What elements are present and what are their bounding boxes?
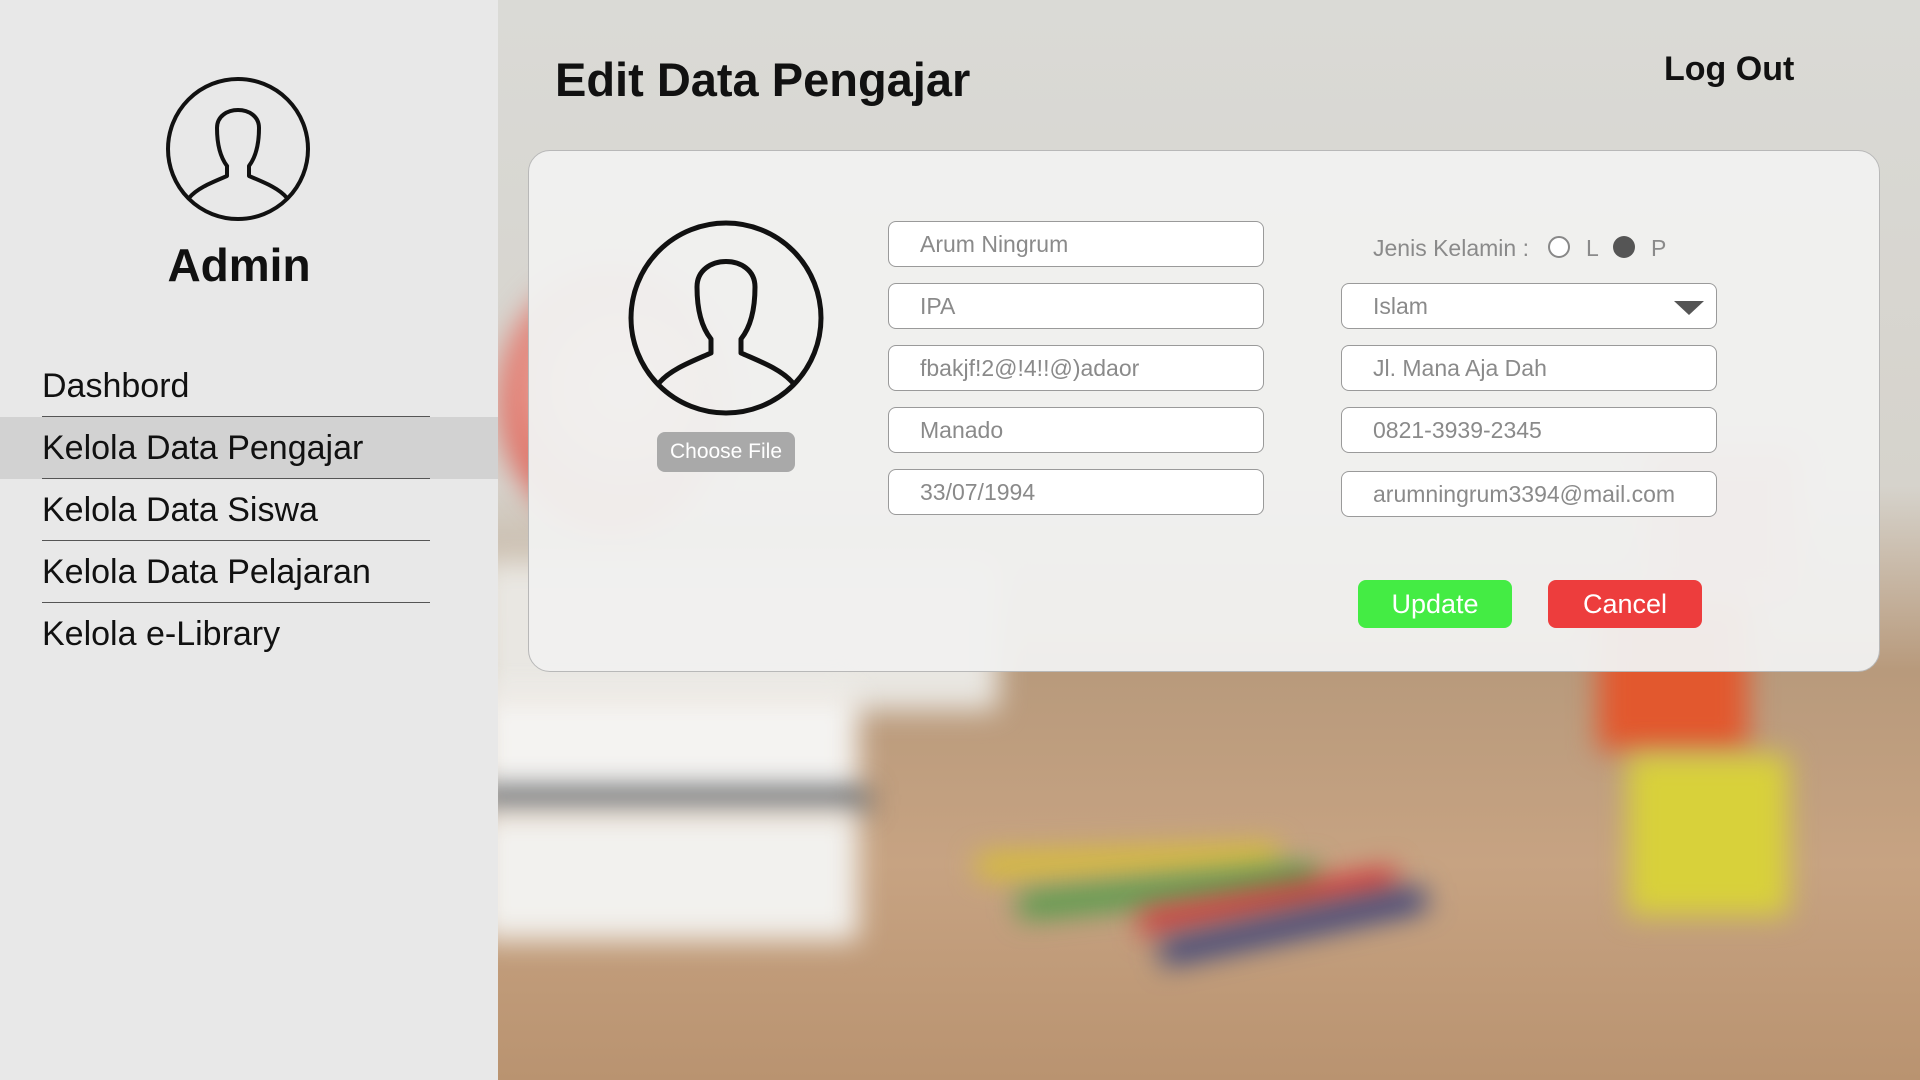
sidebar-item-dashboard[interactable]: Dashbord [0, 355, 498, 417]
tanggal-lahir-field[interactable]: 33/07/1994 [888, 469, 1264, 515]
toy-block-shape [1628, 755, 1788, 915]
tempat-lahir-field[interactable]: Manado [888, 407, 1264, 453]
update-button[interactable]: Update [1358, 580, 1512, 628]
gender-radio-p[interactable] [1613, 236, 1635, 258]
gender-option-label: L [1586, 235, 1599, 261]
email-field[interactable]: arumningrum3394@mail.com [1341, 471, 1717, 517]
user-role-label: Admin [167, 239, 311, 291]
book-shape [498, 810, 858, 940]
sidebar-item-label: Kelola e-Library [42, 615, 281, 653]
sidebar-item-label: Dashbord [42, 367, 190, 405]
mapel-field[interactable]: IPA [888, 283, 1264, 329]
gender-label: Jenis Kelamin : [1373, 235, 1529, 261]
sidebar-item-kelola-data-pengajar[interactable]: Kelola Data Pengajar [0, 417, 498, 479]
profile-photo-icon [628, 220, 824, 416]
telepon-field[interactable]: 0821-3939-2345 [1341, 407, 1717, 453]
sidebar-item-kelola-data-siswa[interactable]: Kelola Data Siswa [0, 479, 498, 541]
password-field[interactable]: fbakjf!2@!4!!@)adaor [888, 345, 1264, 391]
logout-button[interactable]: Log Out [1664, 50, 1794, 89]
user-avatar-icon [166, 77, 310, 221]
choose-file-button[interactable]: Choose File [657, 432, 795, 472]
gender-radio-l[interactable] [1548, 236, 1570, 258]
sidebar: Admin Dashbord Kelola Data Pengajar Kelo… [0, 0, 498, 1080]
sidebar-item-label: Kelola Data Pelajaran [42, 553, 371, 591]
sidebar-nav: Dashbord Kelola Data Pengajar Kelola Dat… [0, 355, 498, 665]
sidebar-item-kelola-data-pelajaran[interactable]: Kelola Data Pelajaran [0, 541, 498, 603]
sidebar-item-label: Kelola Data Siswa [42, 491, 318, 529]
cancel-button[interactable]: Cancel [1548, 580, 1702, 628]
book-shape [498, 790, 868, 810]
sidebar-item-kelola-e-library[interactable]: Kelola e-Library [0, 603, 498, 665]
alamat-field[interactable]: Jl. Mana Aja Dah [1341, 345, 1717, 391]
sidebar-item-label: Kelola Data Pengajar [42, 429, 364, 467]
agama-value: Islam [1373, 293, 1428, 319]
nama-field[interactable]: Arum Ningrum [888, 221, 1264, 267]
gender-option-label: P [1651, 235, 1667, 261]
agama-select[interactable]: Islam [1341, 283, 1717, 329]
page-title: Edit Data Pengajar [555, 53, 971, 106]
chevron-down-icon [1674, 301, 1704, 315]
edit-form-card: Choose File Arum Ningrum IPA fbakjf!2@!4… [528, 150, 1880, 672]
